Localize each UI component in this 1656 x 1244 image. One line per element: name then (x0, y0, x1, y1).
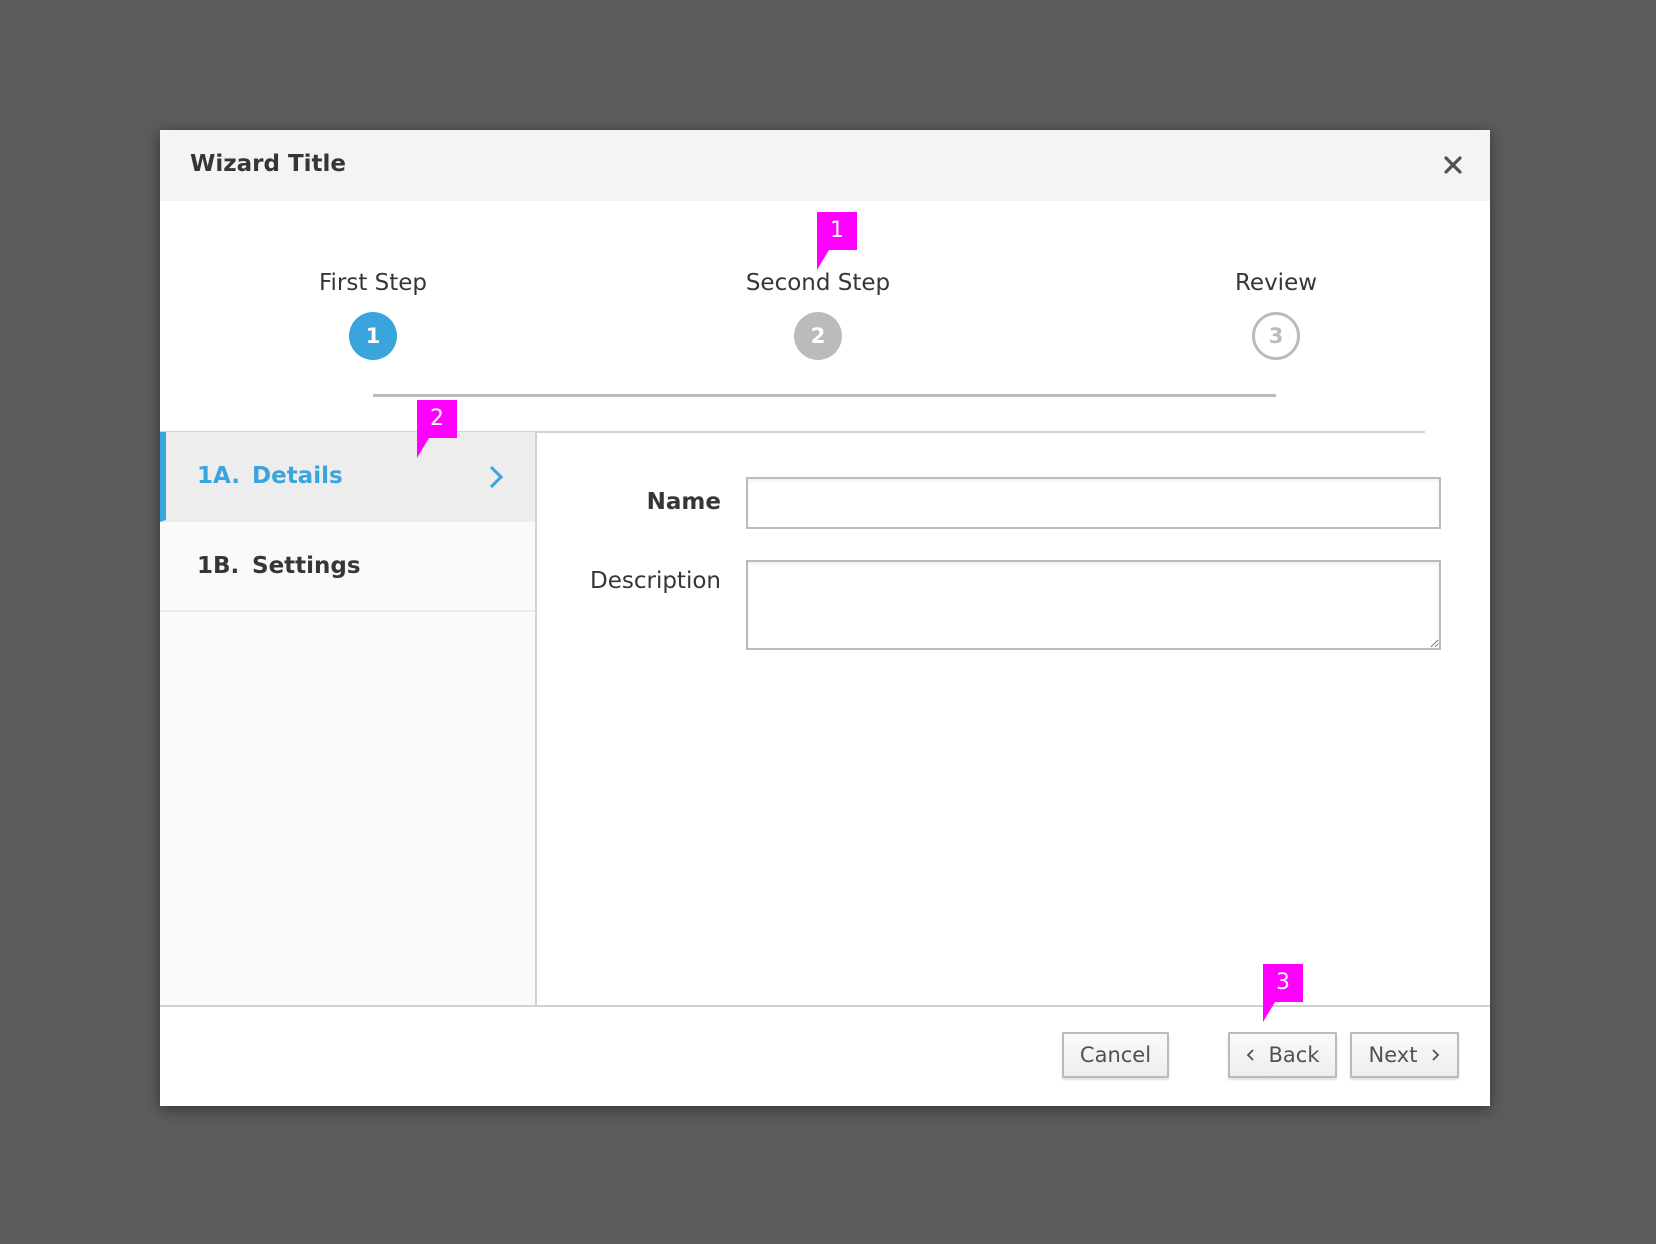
next-label: Next (1368, 1043, 1418, 1067)
step-number-circle[interactable]: 3 (1252, 312, 1300, 360)
step-number-circle[interactable]: 1 (349, 312, 397, 360)
callout-marker: 2 (417, 400, 457, 458)
sidebar-item-details[interactable]: 1A. Details (160, 432, 535, 522)
chevron-left-icon (1246, 1049, 1254, 1061)
step-connector (818, 394, 1276, 397)
step-label: First Step (318, 270, 428, 296)
sidebar-item-settings[interactable]: 1B. Settings (160, 522, 535, 612)
next-button[interactable]: Next (1350, 1032, 1459, 1078)
callout-marker: 3 (1263, 964, 1303, 1022)
sidebar-item-label: Settings (252, 553, 361, 579)
chevron-right-icon (489, 465, 504, 489)
name-input[interactable] (746, 477, 1441, 529)
callout-marker: 1 (817, 212, 857, 270)
details-form: Name Description (539, 432, 1490, 1005)
name-label: Name (646, 489, 721, 515)
step-number-circle[interactable]: 2 (794, 312, 842, 360)
wizard-dialog: Wizard Title First Step 1 Second Step 2 … (160, 130, 1490, 1106)
cancel-button[interactable]: Cancel (1062, 1032, 1169, 1078)
sidebar-item-label: Details (252, 463, 343, 489)
footer-divider (160, 1005, 1490, 1007)
cancel-label: Cancel (1079, 1043, 1152, 1067)
back-label: Back (1268, 1043, 1320, 1067)
description-textarea[interactable] (746, 560, 1441, 650)
chevron-right-icon (1432, 1049, 1440, 1061)
step-label: Review (1234, 270, 1318, 296)
step-label: Second Step (745, 270, 891, 296)
sidebar-item-number: 1A. (197, 463, 240, 489)
back-button[interactable]: Back (1228, 1032, 1337, 1078)
wizard-sidebar: 1A. Details 1B. Settings (160, 432, 537, 1005)
step-connector (373, 394, 818, 397)
description-label: Description (590, 568, 721, 594)
sidebar-item-number: 1B. (197, 553, 240, 579)
